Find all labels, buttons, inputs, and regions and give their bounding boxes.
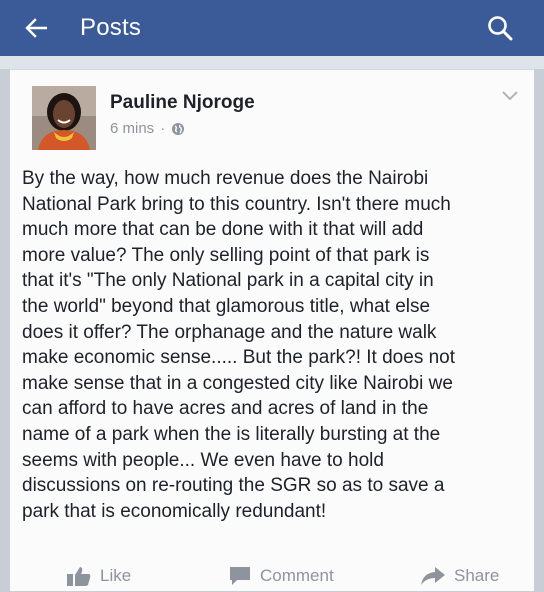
arrow-left-icon (25, 18, 47, 38)
post-line: National Park bring to this country. Isn… (22, 193, 451, 215)
chevron-down-icon[interactable] (500, 88, 520, 102)
search-icon (488, 16, 513, 41)
page-title: Posts (80, 14, 142, 41)
share-label: Share (454, 566, 500, 585)
back-button[interactable] (16, 0, 56, 56)
feed-spacer (0, 56, 544, 69)
post-line: more value? The only selling point of th… (22, 244, 430, 266)
share-icon (421, 567, 445, 585)
avatar[interactable] (32, 86, 96, 150)
post-time[interactable]: 6 mins (110, 120, 154, 137)
post-line: that it's "The only National park in a c… (22, 270, 434, 292)
post-line: discussions on re-routing the SGR so as … (22, 475, 445, 497)
comment-label: Comment (260, 566, 334, 585)
share-button[interactable]: Share (420, 560, 499, 592)
post-body: By the way, how much revenue does the Na… (22, 166, 522, 524)
comment-button[interactable]: Comment (228, 560, 334, 592)
post-line: By the way, how much revenue does the Na… (22, 168, 429, 189)
post-line: seems with people... We even have to hol… (22, 449, 384, 471)
app-bar: Posts (0, 0, 544, 56)
post-line: can afford to have acres and acres of la… (22, 398, 429, 420)
post-line: much more that can be done with it that … (22, 219, 424, 241)
author-name[interactable]: Pauline Njoroge (110, 92, 255, 114)
post-line: the world" beyond that glamorous title, … (22, 295, 431, 317)
like-label: Like (100, 566, 132, 585)
post-line: park that is economically redundant! (22, 500, 327, 522)
post-line: does it offer? The orphanage and the nat… (22, 321, 437, 343)
post-line: name of a park when the is literally bur… (22, 423, 441, 445)
post-card: Pauline Njoroge 6 mins · By the way, how… (10, 69, 534, 591)
post-meta: 6 mins · (110, 120, 185, 137)
post-line: make sense that in a congested city like… (22, 372, 453, 394)
like-button[interactable]: Like (66, 560, 131, 592)
post-actions: Like Comment Share (10, 560, 534, 592)
thumbs-up-icon (67, 567, 91, 586)
post-line: make economic sense..... But the park?! … (22, 347, 456, 369)
globe-icon (172, 122, 185, 135)
meta-separator: · (160, 120, 166, 137)
search-button[interactable] (480, 8, 520, 48)
comment-icon (230, 567, 250, 585)
